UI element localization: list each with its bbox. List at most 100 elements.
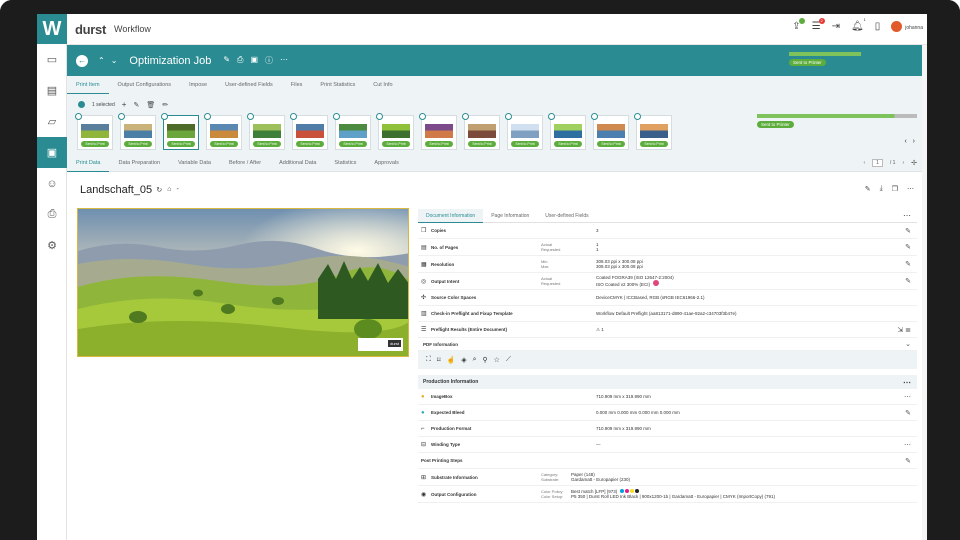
tab-impose[interactable]: Impose bbox=[180, 76, 216, 94]
info-icon[interactable]: ⓘ bbox=[265, 55, 273, 66]
page-number-input[interactable]: 1 bbox=[872, 159, 883, 167]
trash-icon[interactable]: 🗑︎ bbox=[146, 101, 155, 109]
tab-print-data[interactable]: Print Data bbox=[67, 154, 110, 172]
thumbnail-item[interactable]: Sent to Print bbox=[161, 113, 199, 150]
thumbnail-radio[interactable] bbox=[505, 113, 512, 120]
user-menu[interactable]: johanna bbox=[891, 21, 923, 32]
download-icon[interactable]: ⤓ bbox=[880, 185, 883, 193]
thumbnail-radio[interactable] bbox=[75, 113, 82, 120]
export-icon[interactable]: ⇥ bbox=[832, 21, 840, 32]
more-icon[interactable]: ⋯ bbox=[904, 393, 911, 401]
thumbnail-item[interactable]: Sent to Print bbox=[376, 113, 414, 150]
thumbnail-radio[interactable] bbox=[591, 113, 598, 120]
thumbnail-radio[interactable] bbox=[634, 113, 641, 120]
more-icon[interactable]: ⋯ bbox=[280, 55, 288, 66]
edit-icon[interactable]: ✎ bbox=[905, 243, 911, 251]
thumbnail-radio[interactable] bbox=[247, 113, 254, 120]
edit-icon[interactable]: ✎ bbox=[865, 185, 871, 193]
save-icon[interactable]: ▣ bbox=[250, 55, 258, 66]
thumbnail-item[interactable]: Sent to Print bbox=[204, 113, 242, 150]
thumbnail-radio[interactable] bbox=[419, 113, 426, 120]
tag-icon[interactable]: ⌂ bbox=[167, 186, 171, 194]
chevron-right-icon[interactable]: › bbox=[902, 160, 904, 166]
thumbnail-item[interactable]: Sent to Print bbox=[634, 113, 672, 150]
chevron-left-icon[interactable]: ‹ bbox=[904, 138, 906, 145]
edit-icon[interactable]: ✎ bbox=[223, 55, 230, 66]
edit-icon[interactable]: ✎ bbox=[905, 227, 911, 235]
upload-icon[interactable]: ⇪ bbox=[792, 18, 805, 32]
print-icon[interactable]: ⎙ bbox=[237, 55, 243, 66]
chevron-up-icon[interactable]: ⌃ bbox=[98, 56, 105, 65]
app-logo[interactable]: W bbox=[37, 14, 67, 44]
thumbnail-radio[interactable] bbox=[118, 113, 125, 120]
ruler-icon[interactable]: ⟋ bbox=[506, 356, 511, 364]
more-icon[interactable]: ⋯ bbox=[903, 211, 911, 220]
thumbnail-item[interactable]: Sent to Print bbox=[419, 113, 457, 150]
folder-icon[interactable]: ▱ bbox=[37, 106, 67, 137]
tab-statistics[interactable]: Statistics bbox=[325, 154, 365, 172]
tab-print-item[interactable]: Print Item bbox=[67, 76, 109, 94]
hand-icon[interactable]: ☝ bbox=[447, 356, 456, 364]
star-icon[interactable]: ☆ bbox=[494, 356, 500, 364]
comment-icon[interactable]: ⌕ bbox=[473, 356, 477, 364]
tab-print-statistics[interactable]: Print Statistics bbox=[311, 76, 364, 94]
thumbnail-radio[interactable] bbox=[204, 113, 211, 120]
edit-icon[interactable]: ✎ bbox=[905, 409, 911, 417]
chevron-down-icon[interactable]: ⌄ bbox=[905, 340, 911, 348]
thumbnail-radio[interactable] bbox=[333, 113, 340, 120]
thumbnail-item[interactable]: Sent to Print bbox=[462, 113, 500, 150]
tab-before-after[interactable]: Before / After bbox=[220, 154, 270, 172]
jobs-icon[interactable]: ▣ bbox=[37, 137, 67, 168]
tab-files[interactable]: Files bbox=[282, 76, 312, 94]
zoom-icon[interactable]: ⚲ bbox=[483, 356, 488, 364]
pdf-info-row[interactable]: PDF Information ⌄ bbox=[418, 338, 917, 351]
edit-icon[interactable]: ✎ bbox=[905, 260, 911, 268]
more-icon[interactable]: ⋯ bbox=[903, 378, 911, 387]
pin-icon[interactable]: ✢ bbox=[911, 159, 917, 167]
thumbnail-radio[interactable] bbox=[376, 113, 383, 120]
back-button[interactable]: ← bbox=[76, 54, 88, 67]
tab-approvals[interactable]: Approvals bbox=[365, 154, 407, 172]
tab-info-user-defined-fields[interactable]: User-defined Fields bbox=[537, 209, 596, 223]
document-preview[interactable]: durst bbox=[77, 208, 409, 357]
add-icon[interactable]: + bbox=[122, 100, 127, 109]
edit-icon[interactable]: ✎ bbox=[133, 101, 139, 109]
tab-document-information[interactable]: Document Information bbox=[418, 208, 484, 223]
chevron-down-icon[interactable]: ⌄ bbox=[111, 56, 118, 65]
orders-icon[interactable]: ▤ bbox=[37, 75, 67, 106]
scrollbar[interactable] bbox=[922, 45, 927, 540]
thumbnail-radio[interactable] bbox=[161, 113, 168, 120]
thumbnail-item[interactable]: Sent to Print bbox=[591, 113, 629, 150]
more-icon[interactable]: ⋯ bbox=[904, 441, 911, 449]
dashboard-icon[interactable]: ▭ bbox=[37, 44, 67, 75]
users-icon[interactable]: ☺ bbox=[37, 168, 67, 199]
copy-icon[interactable]: ❐ bbox=[892, 185, 898, 193]
thumbnail-radio[interactable] bbox=[548, 113, 555, 120]
measure-icon[interactable]: ⌑ bbox=[437, 356, 441, 364]
tab-variable-data[interactable]: Variable Data bbox=[169, 154, 220, 172]
chevron-left-icon[interactable]: ‹ bbox=[863, 160, 865, 166]
queue-icon[interactable]: ☰ 2 bbox=[812, 18, 825, 32]
tab-cut-info[interactable]: Cut Info bbox=[364, 76, 401, 94]
printer-icon[interactable]: ⎙ bbox=[37, 199, 67, 230]
pen-icon[interactable]: ✏ bbox=[162, 101, 168, 109]
tab-output-configurations[interactable]: Output Configurations bbox=[109, 76, 181, 94]
edit-icon[interactable]: ✎ bbox=[905, 457, 911, 465]
thumbnail-item[interactable]: Sent to Print bbox=[75, 113, 113, 150]
thumbnail-item[interactable]: Sent to Print bbox=[505, 113, 543, 150]
chevron-right-icon[interactable]: › bbox=[913, 138, 915, 145]
tab-page-information[interactable]: Page Information bbox=[483, 209, 537, 223]
settings-icon[interactable]: ⚙ bbox=[37, 230, 67, 261]
book-icon[interactable]: ▯ bbox=[875, 21, 881, 32]
tab-data-preparation[interactable]: Data Preparation bbox=[109, 154, 169, 172]
crop-icon[interactable]: ⛶ bbox=[426, 356, 431, 364]
thumbnail-item[interactable]: Sent to Print bbox=[333, 113, 371, 150]
edit-icon[interactable]: ✎ bbox=[905, 277, 911, 285]
layers-icon[interactable]: ◈ bbox=[461, 356, 466, 364]
thumbnail-radio[interactable] bbox=[290, 113, 297, 120]
thumbnail-radio[interactable] bbox=[462, 113, 469, 120]
bell-icon[interactable]: 🔔︎ 1 bbox=[851, 17, 866, 32]
report-icon[interactable]: ⇲ ≣ bbox=[897, 326, 911, 334]
thumbnail-item[interactable]: Sent to Print bbox=[118, 113, 156, 150]
thumbnail-item[interactable]: Sent to Print bbox=[290, 113, 328, 150]
